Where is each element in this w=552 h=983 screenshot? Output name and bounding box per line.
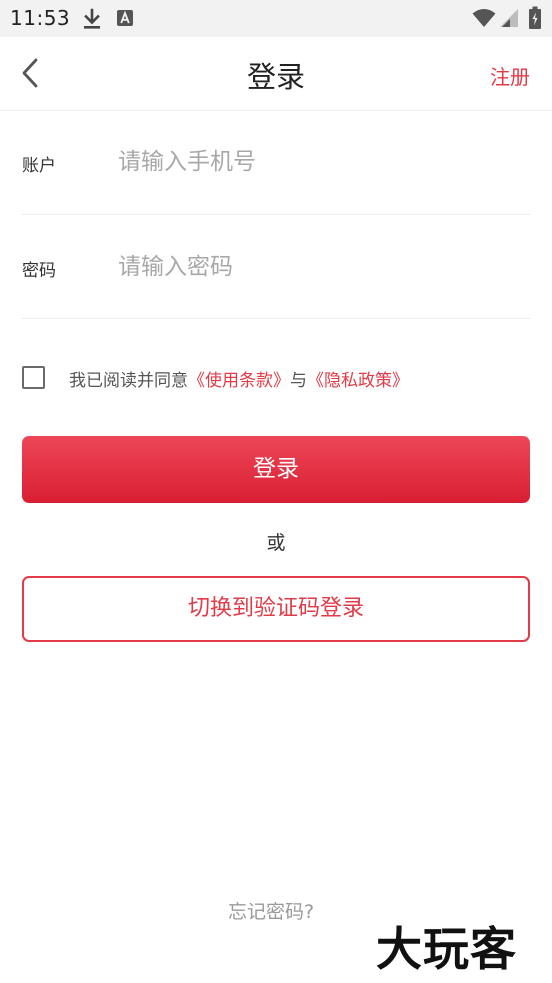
agreement-connector: 与 bbox=[290, 371, 307, 391]
or-separator: 或 bbox=[266, 532, 286, 554]
register-link[interactable]: 注册 bbox=[490, 61, 530, 90]
chevron-left-icon bbox=[22, 58, 38, 88]
back-button[interactable] bbox=[12, 52, 52, 96]
account-row: 账户 bbox=[22, 110, 530, 215]
agreement-checkbox[interactable] bbox=[22, 366, 45, 389]
status-bar: 11:53 bbox=[0, 0, 552, 37]
password-row: 密码 bbox=[22, 214, 530, 319]
page-title: 登录 bbox=[246, 60, 305, 94]
phone-input[interactable] bbox=[118, 142, 518, 182]
agreement-row: 我已阅读并同意《使用条款》与《隐私政策》 bbox=[22, 366, 530, 391]
watermark-logo: 大玩客 bbox=[376, 922, 517, 976]
switch-to-code-login-button[interactable]: 切换到验证码登录 bbox=[22, 576, 530, 642]
privacy-link[interactable]: 《隐私政策》 bbox=[307, 371, 409, 391]
login-button[interactable]: 登录 bbox=[22, 436, 530, 503]
wifi-icon bbox=[472, 9, 496, 27]
account-label: 账户 bbox=[22, 156, 56, 176]
login-screen: 11:53 登录 注册 账户 请输入手机号 密码 我已阅读并同意《使用条款》与《… bbox=[0, 0, 552, 983]
password-input[interactable] bbox=[118, 247, 518, 287]
agreement-text: 我已阅读并同意《使用条款》与《隐私政策》 bbox=[69, 366, 409, 391]
signal-icon bbox=[500, 9, 518, 27]
agreement-prefix: 我已阅读并同意 bbox=[69, 371, 188, 391]
terms-link[interactable]: 《使用条款》 bbox=[188, 371, 290, 391]
text-notification-icon bbox=[117, 10, 133, 26]
download-icon bbox=[84, 8, 100, 29]
nav-bar: 登录 注册 bbox=[0, 37, 552, 111]
password-label: 密码 bbox=[22, 261, 56, 281]
status-time: 11:53 bbox=[10, 6, 71, 30]
battery-icon bbox=[529, 6, 541, 29]
